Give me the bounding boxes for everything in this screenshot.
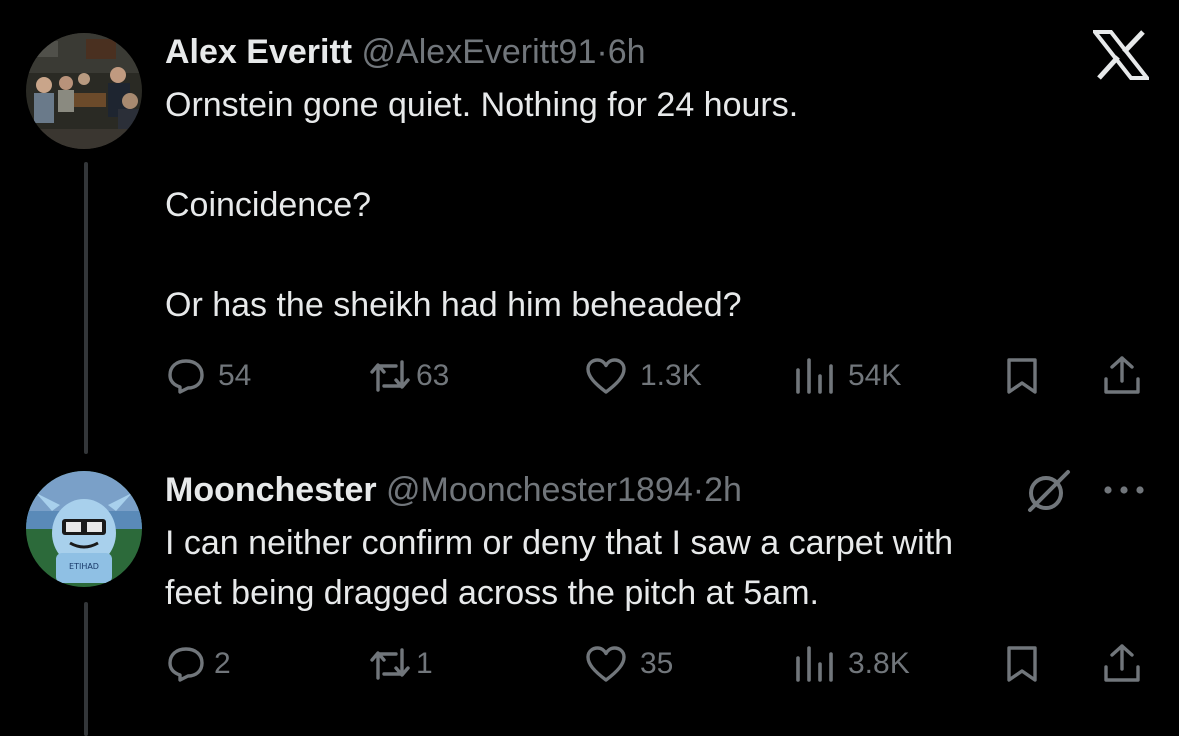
- grok-icon[interactable]: [1024, 468, 1072, 519]
- view-count: 54K: [848, 359, 902, 392]
- handle[interactable]: @AlexEveritt91: [362, 33, 597, 71]
- timestamp[interactable]: 6h: [608, 33, 646, 71]
- svg-text:ETIHAD: ETIHAD: [69, 562, 99, 571]
- tweet-line: Coincidence?: [165, 186, 372, 224]
- time-separator: ·: [692, 471, 705, 509]
- tweet-header: Alex Everitt @AlexEveritt91·6h: [165, 32, 646, 72]
- tweet-header: Moonchester @Moonchester1894·2h: [165, 470, 742, 510]
- like-button[interactable]: 1.3K: [584, 356, 702, 396]
- thread-line: [84, 162, 88, 454]
- tweet-line: Or has the sheikh had him beheaded?: [165, 286, 742, 324]
- analytics-icon: [794, 644, 836, 684]
- tweet-text: Ornstein gone quiet. Nothing for 24 hour…: [165, 80, 798, 330]
- like-button[interactable]: 35: [584, 644, 673, 684]
- reply-icon: [166, 356, 206, 396]
- avatar[interactable]: ETIHAD: [26, 471, 142, 587]
- tweet-line: Ornstein gone quiet. Nothing for 24 hour…: [165, 86, 799, 124]
- display-name[interactable]: Moonchester: [165, 471, 377, 509]
- retweet-icon: [368, 644, 412, 684]
- like-count: 35: [640, 647, 674, 680]
- heart-icon: [584, 644, 628, 684]
- share-icon[interactable]: [1101, 354, 1143, 401]
- reply-icon: [166, 644, 206, 684]
- reply-count: 2: [214, 647, 231, 680]
- views-button[interactable]: 54K: [794, 356, 901, 396]
- bookmark-icon[interactable]: [1002, 644, 1042, 689]
- tweet-line: feet being dragged across the pitch at 5…: [165, 574, 819, 612]
- heart-icon: [584, 356, 628, 396]
- retweet-icon: [368, 356, 412, 396]
- reply-count: 54: [218, 359, 252, 392]
- retweet-button[interactable]: 63: [368, 356, 449, 396]
- analytics-icon: [794, 356, 836, 396]
- tweet-line: [165, 230, 798, 280]
- reply-button[interactable]: 54: [166, 356, 251, 396]
- more-options-icon[interactable]: [1102, 478, 1146, 507]
- avatar[interactable]: [26, 33, 142, 149]
- like-count: 1.3K: [640, 359, 702, 392]
- x-logo-icon[interactable]: [1090, 30, 1152, 85]
- time-separator: ·: [596, 33, 608, 71]
- retweet-button[interactable]: 1: [368, 644, 433, 684]
- tweet-text: I can neither confirm or deny that I saw…: [165, 518, 953, 618]
- bookmark-icon[interactable]: [1002, 356, 1042, 401]
- retweet-count: 1: [416, 647, 433, 680]
- handle[interactable]: @Moonchester1894: [386, 471, 693, 509]
- timestamp[interactable]: 2h: [704, 471, 742, 509]
- tweet-line: [165, 130, 798, 180]
- reply-button[interactable]: 2: [166, 644, 231, 684]
- retweet-count: 63: [416, 359, 450, 392]
- views-button[interactable]: 3.8K: [794, 644, 910, 684]
- tweet-line: I can neither confirm or deny that I saw…: [165, 524, 954, 562]
- share-icon[interactable]: [1101, 642, 1143, 689]
- thread-line: [84, 602, 88, 736]
- view-count: 3.8K: [848, 647, 910, 680]
- display-name[interactable]: Alex Everitt: [165, 33, 352, 71]
